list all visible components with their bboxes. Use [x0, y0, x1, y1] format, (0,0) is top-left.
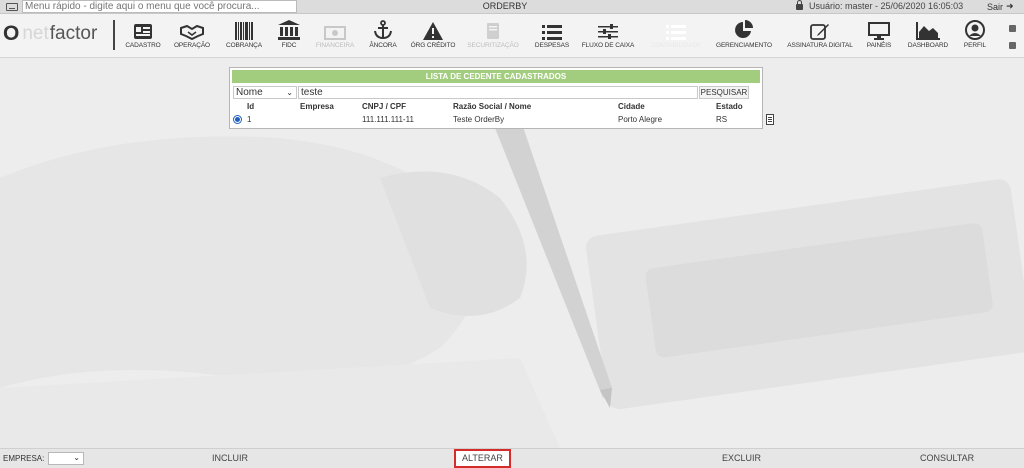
logout-button[interactable]: Sair ➜	[987, 1, 1014, 12]
anchor-icon	[364, 14, 402, 42]
toolbar-ancora[interactable]: ÂNCORA	[364, 14, 402, 58]
toolbar-label: SECURITIZAÇÃO	[467, 42, 519, 49]
toolbar-label: ASSINATURA DIGITAL	[787, 42, 853, 49]
bank-icon	[272, 14, 306, 42]
book-icon	[463, 14, 523, 42]
toolbar-label: FIDC	[281, 42, 297, 49]
toolbar-label: FLUXO DE CAIXA	[581, 42, 635, 49]
lock-icon	[796, 0, 803, 10]
cell-cidade: Porto Alegre	[618, 115, 663, 124]
toolbar-label: DASHBOARD	[907, 42, 949, 49]
logout-icon: ➜	[1006, 1, 1014, 11]
keyboard-icon	[6, 2, 18, 11]
column-header-cidade: Cidade	[618, 102, 645, 111]
document-icon[interactable]	[766, 114, 774, 125]
toolbar-org-credito[interactable]: ÓRG CRÉDITO	[408, 14, 458, 58]
toolbar-gerenciamento[interactable]: GERENCIAMENTO	[714, 14, 774, 58]
app-title: ORDERBY	[482, 1, 528, 11]
toolbar-label: ÓRG CRÉDITO	[410, 42, 456, 49]
column-header-cnpj: CNPJ / CPF	[362, 102, 407, 111]
cell-estado: RS	[716, 115, 728, 124]
toolbar-label: FINANCEIRA	[315, 42, 355, 49]
top-bar: ORDERBY Usuário: master - 25/06/2020 16:…	[0, 0, 1024, 14]
money-icon	[313, 14, 357, 42]
toolbar-assinatura-digital[interactable]: ASSINATURA DIGITAL	[785, 14, 855, 58]
toolbar-label: CADASTRO	[125, 42, 161, 49]
column-header-estado: Estado	[716, 102, 743, 111]
logo-divider	[113, 20, 115, 50]
cedente-list-panel: LISTA DE CEDENTE CADASTRADOS Nome ⌄ PESQ…	[229, 67, 774, 129]
toolbar-label: GERENCIAMENTO	[715, 42, 772, 49]
toolbar-fluxo-de-caixa[interactable]: FLUXO DE CAIXA	[579, 14, 637, 58]
empresa-select[interactable]: ⌄	[48, 452, 84, 465]
search-field-value: Nome	[236, 87, 263, 98]
toolbar-perfil[interactable]: PERFIL	[958, 14, 992, 58]
monitor-icon	[862, 14, 896, 42]
toolbar-securitizacao[interactable]: SECURITIZAÇÃO	[463, 14, 523, 58]
toolbar-label: CONTABILIDADE	[650, 42, 702, 49]
toolbar-despesas[interactable]: DESPESAS	[531, 14, 573, 58]
column-header-razao-social: Razão Social / Nome	[453, 102, 532, 111]
cell-id: 1	[247, 115, 252, 124]
list-icon	[531, 14, 573, 42]
search-button[interactable]: PESQUISAR	[699, 86, 749, 99]
user-info: Usuário: master - 25/06/2020 16:05:03	[796, 0, 964, 11]
area-chart-icon	[903, 14, 953, 42]
list-icon	[645, 14, 707, 42]
toolbar-contabilidade[interactable]: CONTABILIDADE	[645, 14, 707, 58]
cell-cnpj: 111.111.111-11	[362, 115, 414, 124]
row-select-radio[interactable]	[233, 115, 242, 124]
user-info-text: Usuário: master - 25/06/2020 16:05:03	[809, 1, 964, 11]
panel-title: LISTA DE CEDENTE CADASTRADOS	[232, 70, 760, 83]
excluir-button[interactable]: EXCLUIR	[722, 453, 761, 463]
toolbar-fidc[interactable]: FIDC	[272, 14, 306, 58]
consultar-button[interactable]: CONSULTAR	[920, 453, 974, 463]
chevron-down-icon: ⌄	[286, 88, 293, 97]
toolbar-cadastro[interactable]: CADASTRO	[121, 14, 165, 58]
main-toolbar: O net factor CADASTRO OPERAÇÃO COBRANÇA …	[0, 14, 1024, 58]
logo: O net factor	[3, 20, 113, 48]
logo-text-factor: factor	[49, 23, 98, 44]
toolbar-cobranca[interactable]: COBRANÇA	[221, 14, 267, 58]
column-header-id: Id	[247, 102, 255, 111]
maximize-control[interactable]	[1009, 25, 1016, 32]
incluir-button[interactable]: INCLUIR	[212, 453, 248, 463]
search-field-select[interactable]: Nome ⌄	[233, 86, 297, 99]
handshake-icon	[170, 14, 214, 42]
bottom-action-bar: EMPRESA: ⌄ INCLUIR ALTERAR EXCLUIR CONSU…	[0, 448, 1024, 468]
toolbar-dashboard[interactable]: DASHBOARD	[903, 14, 953, 58]
toolbar-operacao[interactable]: OPERAÇÃO	[170, 14, 214, 58]
toolbar-label: DESPESAS	[534, 42, 570, 49]
toolbar-label: OPERAÇÃO	[173, 42, 211, 49]
column-header-empresa: Empresa	[300, 102, 334, 111]
toolbar-label: PAINÉIS	[866, 42, 892, 49]
user-icon	[958, 14, 992, 42]
id-card-icon	[121, 14, 165, 42]
minimize-control[interactable]	[1009, 42, 1016, 49]
pie-chart-icon	[714, 14, 774, 42]
edit-icon	[785, 14, 855, 42]
alterar-button[interactable]: ALTERAR	[454, 449, 511, 468]
chevron-down-icon: ⌄	[73, 453, 80, 462]
toolbar-financeira[interactable]: FINANCEIRA	[313, 14, 357, 58]
toolbar-paineis[interactable]: PAINÉIS	[862, 14, 896, 58]
logout-label: Sair	[987, 1, 1004, 12]
logo-mark: O	[3, 22, 20, 45]
empresa-label: EMPRESA:	[3, 454, 45, 463]
barcode-icon	[221, 14, 267, 42]
toolbar-label: PERFIL	[963, 42, 987, 49]
toolbar-label: COBRANÇA	[225, 42, 263, 49]
cell-razao-social: Teste OrderBy	[453, 115, 505, 124]
logo-text-net: net	[22, 23, 49, 44]
sliders-icon	[579, 14, 637, 42]
search-input[interactable]	[298, 86, 698, 99]
quick-menu-input[interactable]	[22, 0, 297, 13]
warning-icon	[408, 14, 458, 42]
toolbar-label: ÂNCORA	[369, 42, 397, 49]
